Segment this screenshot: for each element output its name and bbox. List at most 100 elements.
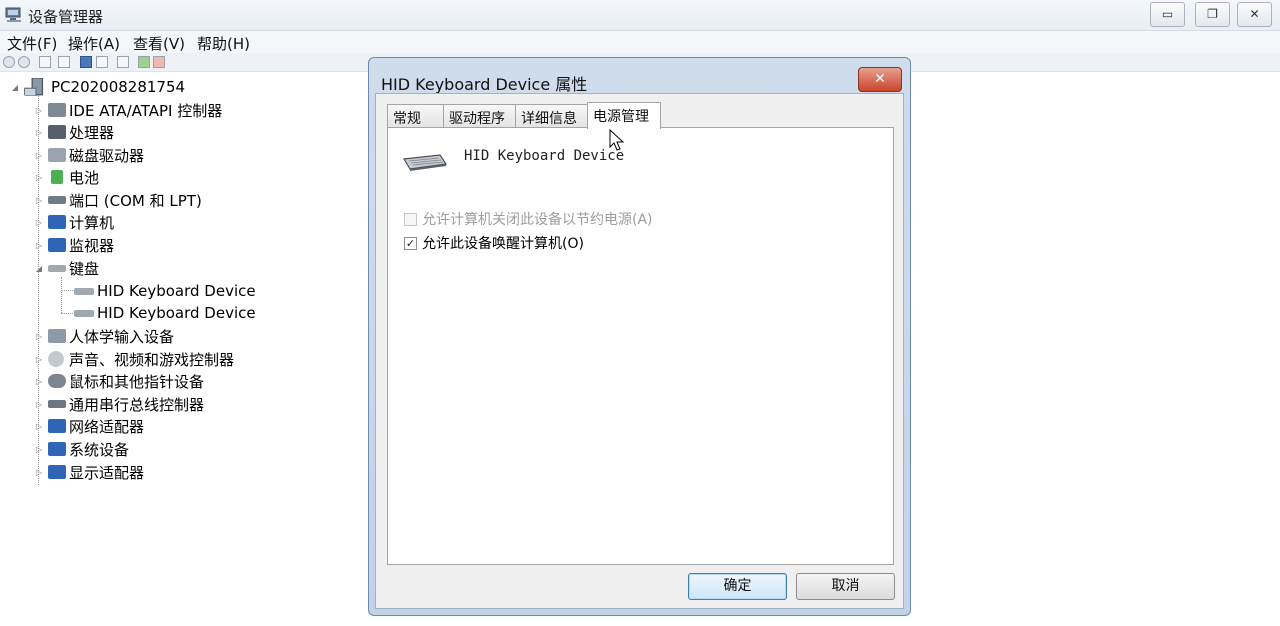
restore-icon: ❐ bbox=[1207, 7, 1218, 21]
back-icon[interactable] bbox=[3, 56, 15, 68]
allow-power-off-option: 允许计算机关闭此设备以节约电源(A) bbox=[404, 209, 653, 229]
expand-icon[interactable]: ▷ bbox=[34, 445, 44, 454]
battery-icon bbox=[51, 170, 63, 184]
tree-item-computer[interactable]: ▷ 计算机 bbox=[34, 211, 114, 233]
window-title: 设备管理器 bbox=[28, 8, 104, 26]
expand-icon[interactable]: ▷ bbox=[34, 400, 44, 409]
tree-item-label: 声音、视频和游戏控制器 bbox=[69, 350, 235, 369]
tree-item-monitor[interactable]: ▷ 监视器 bbox=[34, 234, 114, 256]
tree-item-disk[interactable]: ▷ 磁盘驱动器 bbox=[34, 144, 144, 166]
tree-item-mouse[interactable]: ▷ 鼠标和其他指针设备 bbox=[34, 370, 204, 392]
menu-file[interactable]: 文件(F) bbox=[7, 33, 57, 54]
collapse-icon[interactable]: ◢ bbox=[10, 83, 20, 92]
allow-wake-checkbox[interactable]: ✓ bbox=[404, 236, 417, 250]
expand-icon[interactable]: ▷ bbox=[34, 377, 44, 386]
tree-item-port[interactable]: ▷ 端口 (COM 和 LPT) bbox=[34, 189, 202, 211]
tree-item-hid[interactable]: ▷ 人体学输入设备 bbox=[34, 325, 174, 347]
list-icon[interactable] bbox=[96, 56, 108, 68]
tree-item-hid-keyboard-1[interactable]: HID Keyboard Device bbox=[74, 280, 256, 302]
expand-icon[interactable]: ▷ bbox=[34, 128, 44, 137]
sound-icon bbox=[48, 351, 64, 367]
allow-power-off-checkbox bbox=[404, 212, 417, 226]
processor-icon bbox=[48, 125, 66, 139]
computer-icon bbox=[24, 78, 44, 96]
update-driver-icon[interactable] bbox=[138, 56, 150, 68]
expand-icon[interactable]: ▷ bbox=[34, 241, 44, 250]
scan-hardware-icon[interactable] bbox=[117, 56, 129, 68]
expand-icon[interactable]: ▷ bbox=[34, 422, 44, 431]
network-icon bbox=[48, 419, 66, 433]
close-button[interactable]: ✕ bbox=[1237, 2, 1272, 27]
power-management-panel: HID Keyboard Device 允许计算机关闭此设备以节约电源(A) ✓… bbox=[387, 127, 894, 565]
disk-drive-icon bbox=[48, 148, 66, 162]
device-manager-icon bbox=[5, 7, 21, 22]
expand-icon[interactable]: ▷ bbox=[34, 151, 44, 160]
forward-icon[interactable] bbox=[18, 56, 30, 68]
tree-item-keyboard[interactable]: ◢ 键盘 bbox=[34, 257, 99, 279]
menu-bar: 文件(F) 操作(A) 查看(V) 帮助(H) bbox=[0, 31, 1280, 53]
restore-button[interactable]: ❐ bbox=[1195, 2, 1230, 27]
hid-icon bbox=[48, 329, 66, 343]
tree-item-label: 通用串行总线控制器 bbox=[69, 395, 205, 414]
tab-details[interactable]: 详细信息 bbox=[515, 104, 588, 128]
tree-item-label: IDE ATA/ATAPI 控制器 bbox=[69, 101, 223, 120]
allow-wake-option[interactable]: ✓ 允许此设备唤醒计算机(O) bbox=[404, 233, 584, 253]
close-icon: ✕ bbox=[874, 71, 886, 87]
display-icon bbox=[48, 465, 66, 479]
tree-item-network[interactable]: ▷ 网络适配器 bbox=[34, 415, 144, 437]
expand-icon[interactable]: ▷ bbox=[34, 468, 44, 477]
expand-icon[interactable]: ▷ bbox=[34, 106, 44, 115]
help-icon[interactable] bbox=[80, 56, 92, 68]
menu-action[interactable]: 操作(A) bbox=[68, 33, 120, 54]
tree-root-label: PC202008281754 bbox=[51, 78, 186, 96]
tree-item-label: 处理器 bbox=[69, 123, 115, 142]
expand-icon[interactable]: ▷ bbox=[34, 218, 44, 227]
close-icon: ✕ bbox=[1249, 7, 1260, 21]
tab-general[interactable]: 常规 bbox=[387, 104, 444, 128]
allow-wake-label: 允许此设备唤醒计算机(O) bbox=[422, 236, 584, 252]
expand-icon[interactable]: ▷ bbox=[34, 332, 44, 341]
collapse-icon[interactable]: ◢ bbox=[34, 264, 44, 273]
tree-item-hid-keyboard-2[interactable]: HID Keyboard Device bbox=[74, 302, 256, 324]
properties-dialog: HID Keyboard Device 属性 ✕ 常规 驱动程序 详细信息 电源… bbox=[368, 57, 911, 616]
dialog-body: 常规 驱动程序 详细信息 电源管理 HID Keyboard Device 允许… bbox=[375, 93, 904, 609]
tree-item-ide[interactable]: ▷ IDE ATA/ATAPI 控制器 bbox=[34, 99, 222, 121]
properties-icon[interactable] bbox=[39, 56, 51, 68]
dialog-title: HID Keyboard Device 属性 bbox=[381, 75, 588, 94]
keyboard-icon bbox=[74, 287, 94, 295]
tree-item-label: HID Keyboard Device bbox=[97, 304, 256, 322]
port-icon bbox=[48, 196, 66, 204]
minimize-button[interactable]: ▭ bbox=[1150, 2, 1185, 27]
tree-item-display[interactable]: ▷ 显示适配器 bbox=[34, 461, 144, 483]
tree-item-label: 端口 (COM 和 LPT) bbox=[69, 191, 202, 210]
expand-icon[interactable]: ▷ bbox=[34, 173, 44, 182]
mouse-cursor-icon bbox=[609, 129, 625, 151]
cancel-button[interactable]: 取消 bbox=[796, 573, 895, 600]
uninstall-icon[interactable] bbox=[153, 56, 165, 68]
dialog-close-button[interactable]: ✕ bbox=[858, 67, 902, 92]
check-icon: ✓ bbox=[405, 236, 416, 250]
tab-driver[interactable]: 驱动程序 bbox=[443, 104, 516, 128]
keyboard-icon bbox=[48, 264, 66, 272]
tree-item-processor[interactable]: ▷ 处理器 bbox=[34, 121, 114, 143]
menu-help[interactable]: 帮助(H) bbox=[197, 33, 250, 54]
tree-root[interactable]: ◢ PC202008281754 bbox=[10, 76, 185, 98]
tree-item-label: 人体学输入设备 bbox=[69, 327, 175, 346]
tree-item-label: 网络适配器 bbox=[69, 417, 145, 436]
tree-item-system[interactable]: ▷ 系统设备 bbox=[34, 438, 129, 460]
window-titlebar: 设备管理器 ▭ ❐ ✕ bbox=[0, 0, 1280, 31]
ide-controller-icon bbox=[48, 103, 66, 117]
tree-item-label: 监视器 bbox=[69, 236, 115, 255]
expand-icon[interactable]: ▷ bbox=[34, 196, 44, 205]
monitor-icon bbox=[48, 238, 66, 252]
system-icon bbox=[48, 442, 66, 456]
ok-button[interactable]: 确定 bbox=[688, 573, 787, 600]
show-hide-icon[interactable] bbox=[58, 56, 70, 68]
tree-item-sound[interactable]: ▷ 声音、视频和游戏控制器 bbox=[34, 348, 234, 370]
tree-item-battery[interactable]: ▷ 电池 bbox=[34, 166, 99, 188]
menu-view[interactable]: 查看(V) bbox=[133, 33, 185, 54]
tree-item-usb[interactable]: ▷ 通用串行总线控制器 bbox=[34, 393, 204, 415]
tree-item-label: 键盘 bbox=[69, 259, 100, 278]
expand-icon[interactable]: ▷ bbox=[34, 355, 44, 364]
tab-power-management[interactable]: 电源管理 bbox=[587, 102, 661, 129]
